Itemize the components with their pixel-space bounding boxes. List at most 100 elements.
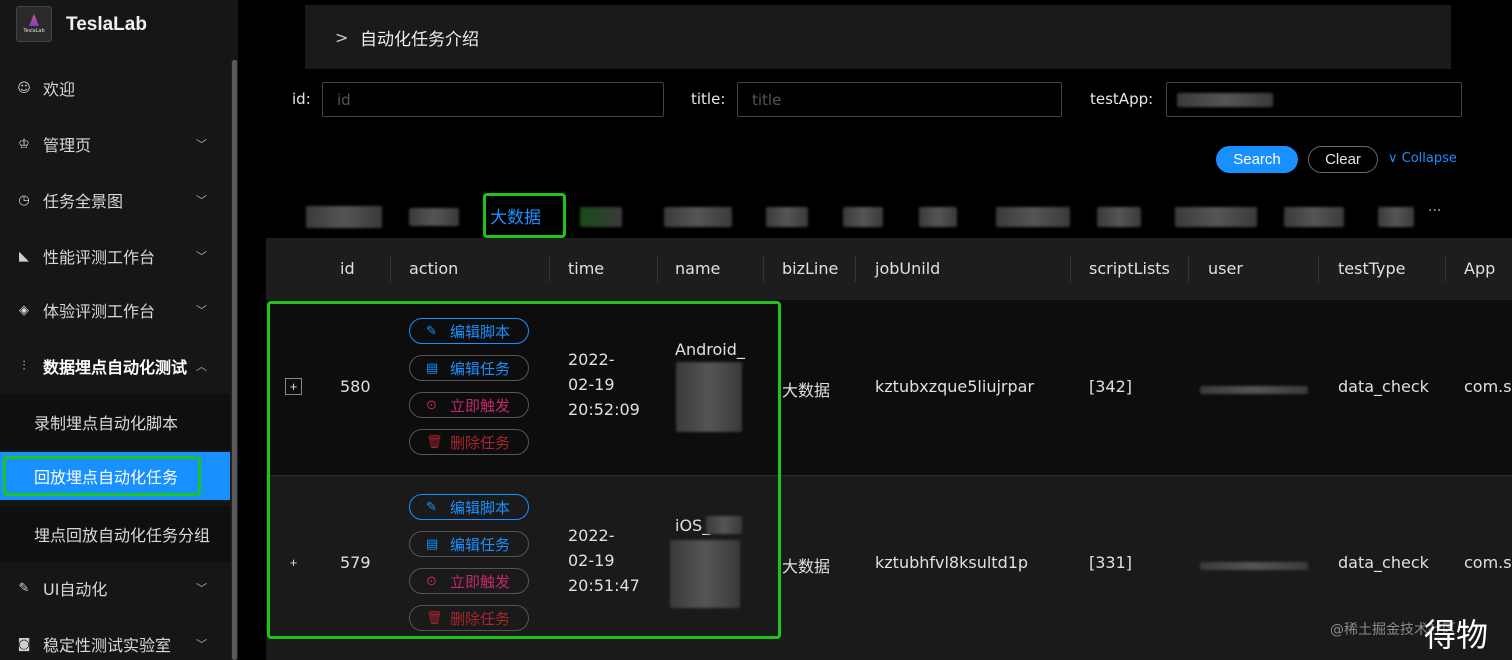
diamond-icon: ◈ bbox=[19, 302, 29, 318]
chevron-down-icon: ﹀ bbox=[196, 250, 207, 263]
sidebar-subitem-label: 录制埋点自动化脚本 bbox=[34, 414, 179, 433]
cell-bizline: 大数据 bbox=[782, 557, 831, 576]
chevron-right-icon: > bbox=[335, 27, 349, 47]
tab-redacted[interactable] bbox=[843, 207, 883, 227]
testapp-select[interactable] bbox=[1166, 82, 1462, 117]
sidebar-item-stability[interactable]: ◙ 稳定性测试实验室 ﹀ bbox=[0, 616, 230, 660]
redacted-name bbox=[706, 516, 742, 534]
tab-redacted[interactable] bbox=[664, 207, 732, 227]
sidebar-scrollbar-thumb[interactable] bbox=[232, 60, 237, 660]
column-header-scriptlists[interactable]: scriptLists bbox=[1089, 259, 1170, 278]
column-divider bbox=[763, 256, 764, 282]
column-header-testtype[interactable]: testType bbox=[1338, 259, 1405, 278]
edit-script-button[interactable]: ✎ 编辑脚本 bbox=[409, 494, 529, 520]
column-header-action[interactable]: action bbox=[409, 259, 458, 278]
column-header-user[interactable]: user bbox=[1208, 259, 1243, 278]
tab-redacted[interactable] bbox=[580, 207, 622, 227]
tab-redacted[interactable] bbox=[766, 207, 808, 227]
cell-app: com.sh bbox=[1464, 377, 1512, 396]
edit-script-button[interactable]: ✎ 编辑脚本 bbox=[409, 318, 529, 344]
column-header-id[interactable]: id bbox=[340, 259, 355, 278]
logo-mark-icon bbox=[29, 14, 39, 26]
redacted-user bbox=[1200, 562, 1308, 570]
panel-title: 自动化任务介绍 bbox=[360, 29, 479, 50]
testapp-label: testApp: bbox=[1090, 90, 1154, 108]
trigger-now-button[interactable]: ⊙ 立即触发 bbox=[409, 568, 529, 594]
sidebar-subitem-group[interactable]: 埋点回放自动化任务分组 bbox=[0, 506, 230, 562]
camera-icon: ◙ bbox=[17, 636, 31, 652]
sidebar-item-experience[interactable]: ◈ 体验评测工作台 ﹀ bbox=[0, 282, 230, 338]
cell-id: 580 bbox=[340, 377, 371, 396]
tab-redacted[interactable] bbox=[409, 208, 459, 226]
sidebar-item-label: 管理页 bbox=[43, 136, 92, 155]
column-header-name[interactable]: name bbox=[675, 259, 720, 278]
id-label: id: bbox=[292, 90, 311, 108]
expand-row-button[interactable]: + bbox=[285, 378, 302, 395]
tab-redacted[interactable] bbox=[306, 206, 382, 228]
title-input[interactable] bbox=[737, 82, 1062, 117]
sidebar-item-performance[interactable]: ◣ 性能评测工作台 ﹀ bbox=[0, 228, 230, 284]
redacted-user bbox=[1200, 386, 1308, 394]
sliders-icon: ⫶ bbox=[22, 358, 26, 374]
file-edit-icon: ▤ bbox=[426, 360, 439, 375]
cell-time: 2022- 02-19 20:51:47 bbox=[568, 526, 640, 595]
cell-scriptlists: [331] bbox=[1089, 553, 1133, 572]
tab-redacted[interactable] bbox=[1175, 207, 1257, 227]
logo-text: TeslaLab bbox=[23, 28, 45, 34]
column-divider bbox=[1445, 256, 1446, 282]
redacted-name bbox=[670, 540, 740, 608]
sidebar-subitem-record[interactable]: 录制埋点自动化脚本 bbox=[0, 394, 230, 450]
area-chart-icon: ◣ bbox=[19, 248, 29, 264]
id-input[interactable] bbox=[322, 82, 664, 117]
cell-testtype: data_check bbox=[1338, 553, 1429, 572]
tab-redacted[interactable] bbox=[1284, 207, 1344, 227]
edit-icon: ✎ bbox=[18, 580, 30, 596]
edit-icon: ✎ bbox=[426, 499, 437, 514]
sidebar-item-ui-auto[interactable]: ✎ UI自动化 ﹀ bbox=[0, 560, 230, 616]
sidebar-item-label: 稳定性测试实验室 bbox=[43, 636, 172, 655]
cell-id: 579 bbox=[340, 553, 371, 572]
column-divider bbox=[390, 256, 391, 282]
expand-row-button[interactable]: + bbox=[285, 554, 302, 571]
chevron-down-icon: ﹀ bbox=[196, 304, 207, 317]
edit-task-button[interactable]: ▤ 编辑任务 bbox=[409, 531, 529, 557]
edit-task-button[interactable]: ▤ 编辑任务 bbox=[409, 355, 529, 381]
collapse-toggle[interactable]: ∨ Collapse bbox=[1388, 151, 1457, 166]
column-header-jobunild[interactable]: jobUnild bbox=[875, 259, 940, 278]
tab-bigdata[interactable]: 大数据 bbox=[490, 203, 541, 228]
chevron-down-icon: ﹀ bbox=[196, 638, 207, 651]
sidebar-item-label: UI自动化 bbox=[43, 580, 108, 599]
sidebar-item-panorama[interactable]: ◷ 任务全景图 ﹀ bbox=[0, 172, 230, 228]
sidebar-subitem-replay[interactable]: 回放埋点自动化任务 bbox=[0, 452, 230, 500]
sidebar-item-label: 任务全景图 bbox=[43, 192, 124, 211]
tab-redacted[interactable] bbox=[1097, 207, 1141, 227]
tab-redacted[interactable] bbox=[996, 207, 1070, 227]
play-circle-icon: ⊙ bbox=[426, 573, 437, 588]
sidebar-item-label: 欢迎 bbox=[43, 80, 76, 99]
sidebar-item-welcome[interactable]: ☺ 欢迎 bbox=[0, 60, 230, 116]
column-header-time[interactable]: time bbox=[568, 259, 604, 278]
cell-time: 2022- 02-19 20:52:09 bbox=[568, 350, 640, 419]
tab-redacted[interactable] bbox=[919, 207, 957, 227]
column-divider bbox=[855, 256, 856, 282]
cell-name: Android_ bbox=[675, 340, 745, 359]
delete-task-button[interactable]: 🗑 删除任务 bbox=[409, 429, 529, 455]
tabs-more-icon[interactable]: ··· bbox=[1428, 203, 1441, 219]
intro-collapse-panel[interactable]: > 自动化任务介绍 bbox=[305, 5, 1451, 69]
play-circle-icon: ⊙ bbox=[426, 397, 437, 412]
table-header: id action time name bizLine jobUnild scr… bbox=[266, 238, 1512, 300]
clear-button[interactable]: Clear bbox=[1308, 146, 1378, 173]
delete-task-button[interactable]: 🗑 删除任务 bbox=[409, 605, 529, 631]
brand-title[interactable]: TeslaLab bbox=[66, 14, 147, 36]
sidebar-item-tracking[interactable]: ⫶ 数据埋点自动化测试 ︿ bbox=[0, 338, 230, 394]
tab-redacted[interactable] bbox=[1378, 207, 1414, 227]
column-header-app[interactable]: App bbox=[1464, 259, 1495, 278]
chevron-up-icon: ︿ bbox=[196, 360, 207, 373]
app-logo[interactable]: TeslaLab bbox=[16, 6, 52, 42]
sidebar-item-admin[interactable]: ♔ 管理页 ﹀ bbox=[0, 116, 230, 172]
column-header-bizline[interactable]: bizLine bbox=[782, 259, 838, 278]
cell-scriptlists: [342] bbox=[1089, 377, 1133, 396]
search-button[interactable]: Search bbox=[1216, 146, 1298, 173]
sidebar-item-label: 数据埋点自动化测试 bbox=[43, 358, 188, 377]
trigger-now-button[interactable]: ⊙ 立即触发 bbox=[409, 392, 529, 418]
